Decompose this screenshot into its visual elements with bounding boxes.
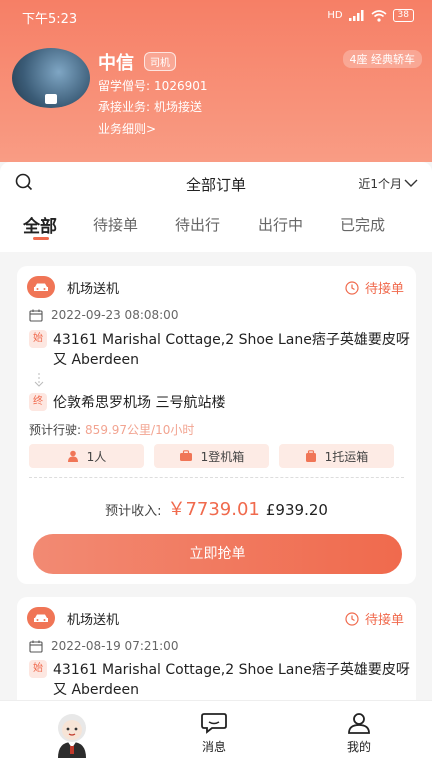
checked-bag-pill: 1托运箱	[279, 444, 394, 468]
start-marker: 始	[29, 330, 47, 348]
driver-name: 中信	[98, 53, 134, 74]
income-row: 预计收入: ￥7739.01 £939.20	[17, 495, 416, 521]
calendar-icon	[29, 640, 43, 653]
order-date-row: 2022-08-19 07:21:00	[29, 639, 178, 653]
battery-icon: 38	[392, 9, 414, 22]
order-type: 机场送机	[67, 281, 120, 297]
period-dropdown[interactable]: 近1个月	[358, 175, 418, 192]
nav-messages[interactable]: 消息	[200, 711, 228, 755]
status-time: 下午5:23	[22, 12, 78, 27]
active-tab-indicator	[33, 237, 49, 240]
nav-mine-label: 我的	[346, 740, 371, 754]
income-gbp: £939.20	[265, 501, 328, 519]
start-address-row: 始 43161 Marishal Cottage,2 Shoe Lane痞子英雄…	[29, 660, 413, 700]
clock-icon	[345, 280, 359, 295]
mascot-icon	[58, 714, 86, 758]
user-icon	[348, 713, 370, 734]
checked-bag-count: 1托运箱	[324, 449, 369, 464]
chat-bubble-icon	[201, 713, 227, 734]
business-value: 机场接送	[154, 100, 203, 114]
order-card-header: 机场送机	[27, 276, 119, 298]
car-icon	[27, 607, 55, 629]
student-id-label: 留学僧号:	[98, 79, 151, 93]
order-card-header: 机场送机	[27, 607, 119, 629]
car-icon	[27, 276, 55, 298]
car-type-badge: 4座 经典轿车	[342, 50, 422, 68]
chevron-down-icon	[404, 179, 418, 187]
estimate-row: 预计行驶: 859.97公里/10小时	[29, 421, 194, 438]
tab-pending-accept[interactable]: 待接单	[93, 214, 138, 235]
tab-pending-trip[interactable]: 待出行	[175, 214, 220, 235]
nav-mine[interactable]: 我的	[345, 711, 373, 755]
tab-in-trip[interactable]: 出行中	[258, 214, 303, 235]
grab-order-button[interactable]: 立即抢单	[33, 534, 402, 574]
end-marker: 终	[29, 393, 47, 411]
business-line: 承接业务: 机场接送	[98, 98, 202, 115]
status-icons: HD 38	[327, 9, 414, 22]
order-status: 待接单	[345, 609, 404, 628]
avatar-badge-icon	[45, 94, 57, 104]
order-status-label: 待接单	[364, 613, 404, 628]
business-rules-link[interactable]: 业务细则>	[98, 120, 156, 137]
luggage-info: 1人 1登机箱 1托运箱	[29, 444, 394, 468]
start-marker: 始	[29, 660, 47, 678]
passenger-pill: 1人	[29, 444, 144, 468]
student-id-value: 1026901	[154, 79, 208, 93]
tab-completed[interactable]: 已完成	[340, 214, 385, 235]
nav-messages-label: 消息	[201, 740, 226, 754]
income-cny: ￥7739.01	[167, 499, 260, 520]
income-label: 预计收入:	[105, 504, 162, 519]
start-address: 43161 Marishal Cottage,2 Shoe Lane痞子英雄要皮…	[53, 662, 410, 698]
cabin-bag-pill: 1登机箱	[154, 444, 269, 468]
signal-icon	[348, 10, 364, 21]
estimate-label: 预计行驶:	[29, 423, 82, 437]
cabin-bag-count: 1登机箱	[200, 449, 245, 464]
divider	[29, 477, 404, 478]
luggage-icon	[305, 449, 316, 462]
route-arrow-icon	[34, 373, 44, 387]
estimate-value: 859.97公里/10小时	[85, 423, 195, 437]
order-card[interactable]: 机场送机 待接单 2022-08-19 07:21:00 始 43161 Mar…	[17, 597, 416, 700]
order-date-row: 2022-09-23 08:08:00	[29, 308, 178, 322]
role-badge: 司机	[144, 52, 176, 71]
avatar[interactable]	[12, 48, 90, 108]
briefcase-icon	[179, 450, 192, 461]
business-label: 承接业务:	[98, 100, 151, 114]
order-status: 待接单	[345, 278, 404, 297]
passenger-count: 1人	[86, 449, 107, 464]
order-tabs: 全部 待接单 待出行 出行中 已完成	[0, 206, 432, 252]
order-date: 2022-08-19 07:21:00	[51, 639, 179, 653]
start-address-row: 始 43161 Marishal Cottage,2 Shoe Lane痞子英雄…	[29, 330, 413, 370]
order-date: 2022-09-23 08:08:00	[51, 308, 179, 322]
end-address-row: 终 伦敦希思罗机场 三号航站楼	[29, 393, 413, 413]
status-bar: 下午5:23 HD 38	[0, 0, 432, 32]
profile-header: 下午5:23 HD 38 中信 司机 4座 经典轿车 留学僧号: 1026901 …	[0, 0, 432, 162]
order-card[interactable]: 机场送机 待接单 2022-09-23 08:08:00 始 43161 Mar…	[17, 266, 416, 584]
calendar-icon	[29, 309, 43, 322]
person-icon	[67, 450, 78, 462]
order-status-label: 待接单	[364, 282, 404, 297]
network-type: HD	[327, 10, 343, 21]
end-address: 伦敦希思罗机场 三号航站楼	[53, 395, 226, 411]
wifi-icon	[371, 9, 387, 22]
filter-bar: 全部订单 近1个月	[0, 162, 432, 206]
start-address: 43161 Marishal Cottage,2 Shoe Lane痞子英雄要皮…	[53, 332, 410, 368]
student-id-line: 留学僧号: 1026901	[98, 77, 208, 94]
order-type: 机场送机	[67, 612, 120, 628]
home-mascot-button[interactable]	[46, 708, 98, 760]
period-label: 近1个月	[358, 177, 402, 191]
clock-icon	[345, 611, 359, 626]
tab-all[interactable]: 全部	[23, 212, 57, 237]
